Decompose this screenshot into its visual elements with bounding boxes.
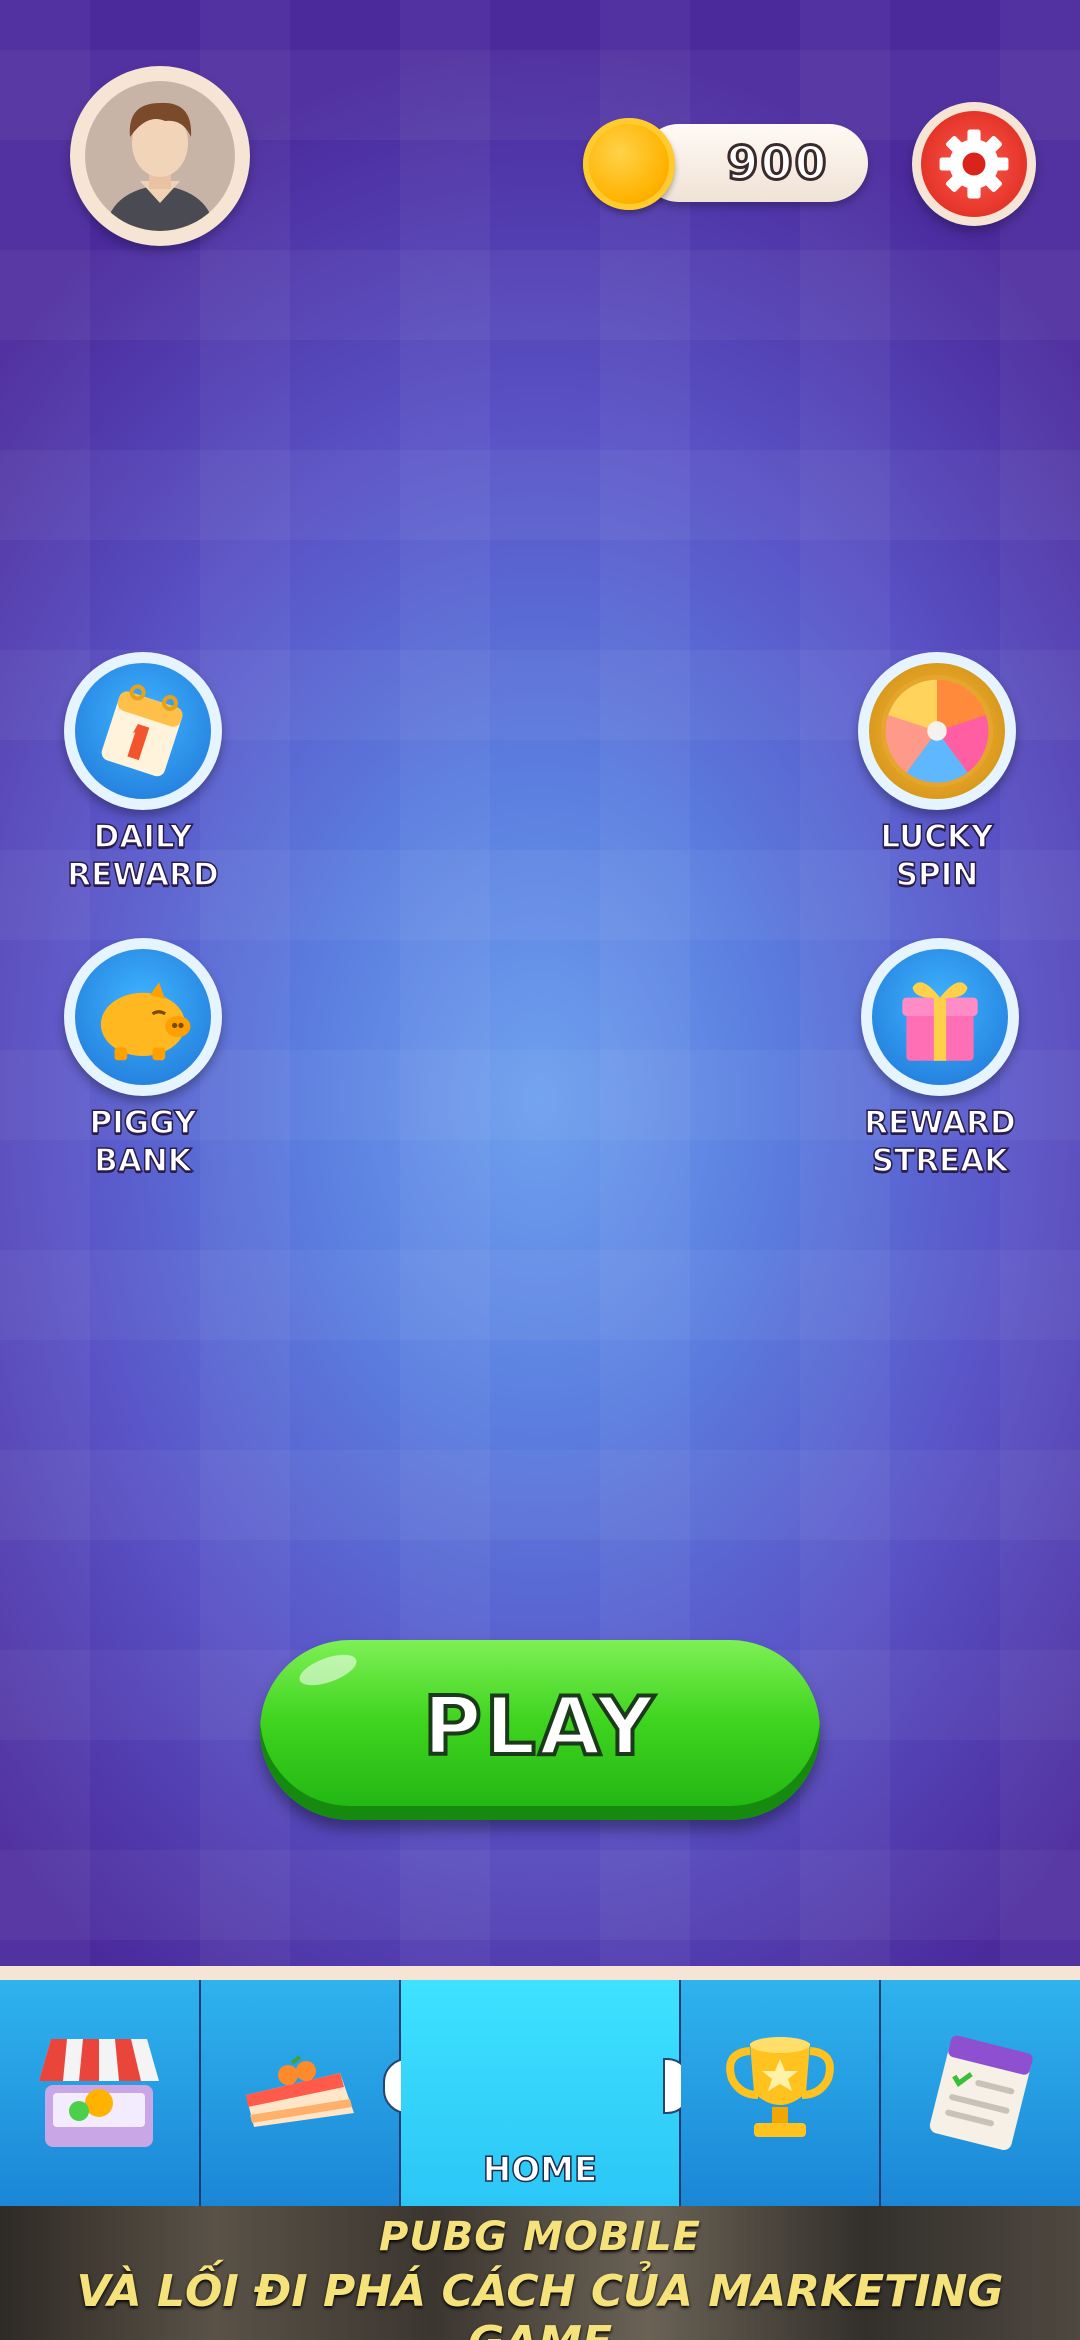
banner-title: PUBG MOBILE [378,2214,702,2260]
gear-icon [939,129,1009,199]
nav-trophy[interactable] [680,1980,882,2206]
coin-icon [583,118,675,210]
calendar-icon [101,684,183,777]
reward-streak-label: REWARD STREAK [864,1104,1017,1180]
bottom-nav: HOME [0,1966,1080,2206]
shop-icon [39,2039,160,2147]
tasks-icon [929,2035,1033,2150]
play-button[interactable]: PLAY [260,1640,820,1820]
coin-value: 900 [725,135,829,192]
lucky-spin-label: LUCKY SPIN [880,818,995,894]
nav-cake[interactable] [200,1980,412,2206]
play-shine [295,1648,361,1692]
avatar-icon [85,81,235,231]
profile-avatar[interactable] [70,66,250,246]
piggy-bank-button[interactable]: PIGGY BANK [43,938,243,1180]
lucky-spin-button[interactable]: LUCKY SPIN [837,652,1037,894]
spin-wheel-icon [880,674,994,788]
piggy-bank-icon [100,982,191,1061]
trophy-icon [726,2037,835,2137]
gift-icon [902,982,978,1061]
cake-icon [245,2055,354,2127]
nav-shop[interactable] [0,1980,201,2206]
settings-button[interactable] [912,102,1036,226]
nav-tasks[interactable] [881,1980,1080,2206]
daily-reward-button[interactable]: DAILY REWARD [43,652,243,894]
play-label: PLAY [421,1678,657,1775]
nav-home-label: HOME [482,2149,598,2191]
piggy-bank-label: PIGGY BANK [89,1104,197,1180]
reward-streak-button[interactable]: REWARD STREAK [840,938,1040,1180]
ad-banner[interactable]: PUBG MOBILE VÀ LỐI ĐI PHÁ CÁCH CỦA MARKE… [0,2206,1080,2340]
daily-reward-label: DAILY REWARD [67,818,220,894]
nav-home[interactable]: HOME [401,1980,691,2206]
banner-subtitle: VÀ LỐI ĐI PHÁ CÁCH CỦA MARKETING GAME [76,2266,1004,2340]
